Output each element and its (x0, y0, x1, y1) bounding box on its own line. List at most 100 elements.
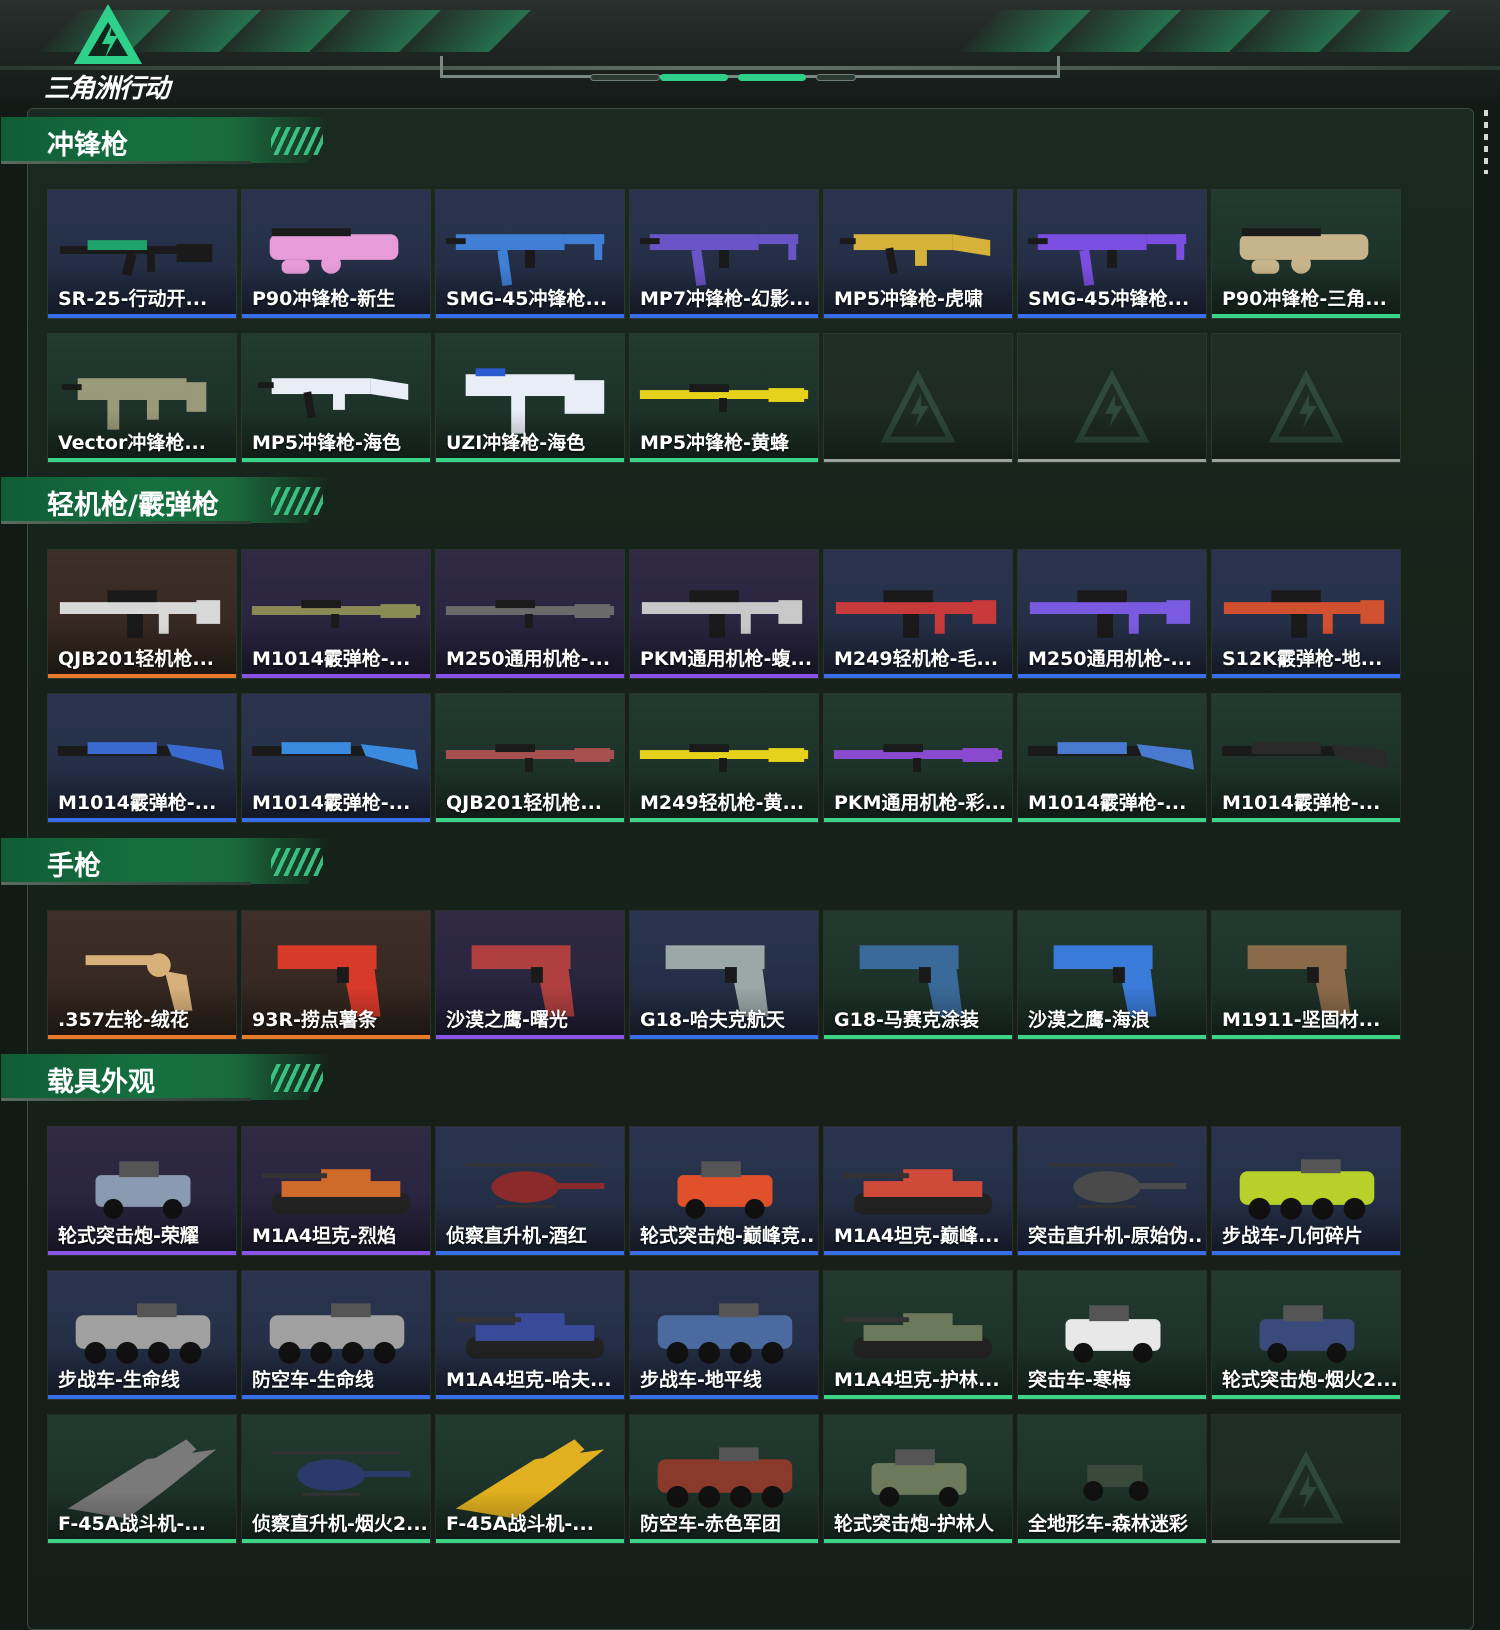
item-name: 防空车-生命线 (252, 1369, 374, 1391)
item-card[interactable]: SMG-45冲锋枪... (1017, 189, 1207, 319)
item-card[interactable]: PKM通用机枪-彩... (823, 693, 1013, 823)
item-name: M1A4坦克-护林... (834, 1369, 1000, 1391)
item-card[interactable]: QJB201轻机枪... (47, 549, 237, 679)
top-header: 三角洲行动 (0, 0, 1500, 105)
item-name: 防空车-赤色军团 (640, 1513, 781, 1535)
item-card[interactable]: 防空车-赤色军团 (629, 1414, 819, 1544)
rarity-bar (630, 818, 818, 822)
item-card[interactable]: 步战车-地平线 (629, 1270, 819, 1400)
item-shade (1212, 1491, 1400, 1543)
item-card[interactable]: 侦察直升机-烟火2... (241, 1414, 431, 1544)
page-indicator[interactable] (816, 74, 856, 81)
item-name: 突击车-寒梅 (1028, 1369, 1131, 1391)
item-card[interactable]: M1014霰弹枪-... (1211, 693, 1401, 823)
item-name: 轮式突击炮-护林人 (834, 1513, 994, 1535)
item-card[interactable]: S12K霰弹枪-地... (1211, 549, 1401, 679)
item-card[interactable]: 步战车-生命线 (47, 1270, 237, 1400)
item-name: G18-马赛克涂装 (834, 1009, 979, 1031)
rarity-bar (242, 818, 430, 822)
item-card[interactable]: MP7冲锋枪-幻影... (629, 189, 819, 319)
item-name: 侦察直升机-烟火2... (252, 1513, 426, 1535)
item-name: M1A4坦克-烈焰 (252, 1225, 396, 1247)
item-card[interactable]: QJB201轻机枪... (435, 693, 625, 823)
item-card[interactable]: 轮式突击炮-烟火2... (1211, 1270, 1401, 1400)
item-card[interactable]: P90冲锋枪-三角... (1211, 189, 1401, 319)
item-name: MP5冲锋枪-海色 (252, 432, 401, 454)
rarity-bar (1018, 674, 1206, 678)
item-card[interactable]: MP5冲锋枪-海色 (241, 333, 431, 463)
rarity-bar (436, 458, 624, 462)
rarity-bar (436, 314, 624, 318)
item-card[interactable]: 轮式突击炮-巅峰竞... (629, 1126, 819, 1256)
item-card[interactable]: 沙漠之鹰-曙光 (435, 910, 625, 1040)
rarity-bar (1018, 1035, 1206, 1039)
rarity-bar (1212, 818, 1400, 822)
item-card[interactable]: M1A4坦克-哈夫... (435, 1270, 625, 1400)
rarity-bar (436, 674, 624, 678)
rarity-bar (824, 314, 1012, 318)
scrollbar[interactable] (1484, 110, 1488, 174)
item-card[interactable]: 突击直升机-原始伪... (1017, 1126, 1207, 1256)
empty-slot (1211, 1414, 1401, 1544)
item-card[interactable]: 沙漠之鹰-海浪 (1017, 910, 1207, 1040)
item-card[interactable]: G18-马赛克涂装 (823, 910, 1013, 1040)
header-stripes (0, 0, 1500, 60)
item-card[interactable]: M249轻机枪-黄... (629, 693, 819, 823)
rarity-bar (1212, 1395, 1400, 1399)
rarity-bar (824, 459, 1012, 462)
item-card[interactable]: PKM通用机枪-蝮... (629, 549, 819, 679)
rarity-bar (48, 314, 236, 318)
item-card[interactable]: M1014霰弹枪-... (241, 693, 431, 823)
item-card[interactable]: M250通用机枪-... (1017, 549, 1207, 679)
item-card[interactable]: M249轻机枪-毛... (823, 549, 1013, 679)
item-card[interactable]: .357左轮-绒花 (47, 910, 237, 1040)
item-card[interactable]: G18-哈夫克航天 (629, 910, 819, 1040)
item-name: SMG-45冲锋枪... (446, 288, 608, 310)
item-card[interactable]: M1A4坦克-护林... (823, 1270, 1013, 1400)
item-card[interactable]: 防空车-生命线 (241, 1270, 431, 1400)
item-card[interactable]: UZI冲锋枪-海色 (435, 333, 625, 463)
rarity-bar (242, 1251, 430, 1255)
rarity-bar (1018, 1251, 1206, 1255)
item-shade (824, 410, 1012, 462)
item-card[interactable]: MP5冲锋枪-黄蜂 (629, 333, 819, 463)
page-indicator[interactable] (590, 74, 660, 81)
item-name: S12K霰弹枪-地... (1222, 648, 1383, 670)
item-card[interactable]: M1911-坚固材... (1211, 910, 1401, 1040)
item-card[interactable]: 93R-捞点薯条 (241, 910, 431, 1040)
item-name: QJB201轻机枪... (446, 792, 603, 814)
rarity-bar (1212, 459, 1400, 462)
empty-slot (1211, 333, 1401, 463)
item-card[interactable]: 轮式突击炮-护林人 (823, 1414, 1013, 1544)
item-card[interactable]: 轮式突击炮-荣耀 (47, 1126, 237, 1256)
item-card[interactable]: Vector冲锋枪... (47, 333, 237, 463)
section-header-underline (1, 882, 251, 885)
item-name: M1014霰弹枪-... (58, 792, 217, 814)
item-name: F-45A战斗机-... (446, 1513, 594, 1535)
item-name: QJB201轻机枪... (58, 648, 215, 670)
item-card[interactable]: MP5冲锋枪-虎啸 (823, 189, 1013, 319)
item-card[interactable]: M1014霰弹枪-... (1017, 693, 1207, 823)
item-card[interactable]: SMG-45冲锋枪... (435, 189, 625, 319)
page-indicator-active[interactable] (738, 74, 806, 81)
item-card[interactable]: 全地形车-森林迷彩 (1017, 1414, 1207, 1544)
item-card[interactable]: 突击车-寒梅 (1017, 1270, 1207, 1400)
item-card[interactable]: F-45A战斗机-... (47, 1414, 237, 1544)
item-card[interactable]: SR-25-行动开... (47, 189, 237, 319)
item-card[interactable]: 步战车-几何碎片 (1211, 1126, 1401, 1256)
rarity-bar (48, 674, 236, 678)
item-name: 沙漠之鹰-海浪 (1028, 1009, 1150, 1031)
item-card[interactable]: M1014霰弹枪-... (241, 549, 431, 679)
page-indicator-active[interactable] (660, 74, 728, 81)
rarity-bar (242, 1035, 430, 1039)
item-card[interactable]: M1A4坦克-巅峰... (823, 1126, 1013, 1256)
item-card[interactable]: 侦察直升机-酒红 (435, 1126, 625, 1256)
item-card[interactable]: M1A4坦克-烈焰 (241, 1126, 431, 1256)
item-card[interactable]: F-45A战斗机-... (435, 1414, 625, 1544)
item-card[interactable]: M250通用机枪-... (435, 549, 625, 679)
item-name: SMG-45冲锋枪... (1028, 288, 1190, 310)
rarity-bar (242, 1395, 430, 1399)
item-name: SR-25-行动开... (58, 288, 208, 310)
item-card[interactable]: M1014霰弹枪-... (47, 693, 237, 823)
item-card[interactable]: P90冲锋枪-新生 (241, 189, 431, 319)
